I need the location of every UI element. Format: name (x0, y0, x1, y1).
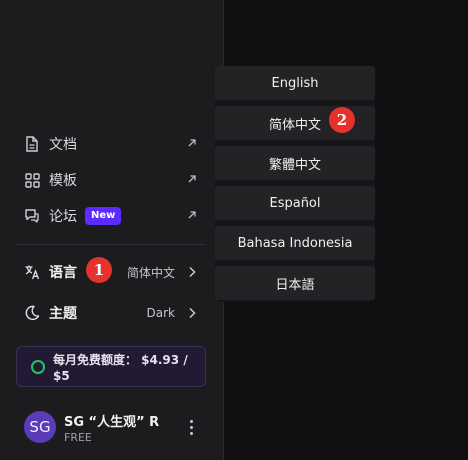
external-link-icon (185, 208, 199, 222)
nav-item-label: 文档 (49, 137, 77, 153)
annotation-marker-1: 1 (86, 257, 112, 283)
quota-ring-icon (31, 360, 45, 374)
theme-label: 主题 (49, 306, 77, 322)
user-name: SG “人生观” R (64, 415, 160, 430)
avatar[interactable]: SG (24, 411, 56, 443)
monthly-quota-card: 每月免费额度： $4.93 / $5 (16, 346, 206, 387)
language-option-english[interactable]: English (215, 66, 375, 100)
nav-item-forum[interactable]: 论坛 New (24, 204, 199, 228)
document-icon (24, 136, 40, 152)
language-dropdown-menu: English 简体中文 繁體中文 Español Bahasa Indones… (215, 66, 375, 302)
language-label: 语言 (49, 265, 77, 281)
theme-setting[interactable]: 主题 Dark (24, 301, 199, 325)
annotation-marker-2: 2 (329, 107, 355, 133)
user-profile: SG SG “人生观” R FREE (24, 411, 214, 447)
quota-text: 每月免费额度： $4.93 / $5 (53, 353, 188, 383)
language-option-japanese[interactable]: 日本語 (215, 266, 375, 300)
nav-item-label: 论坛 (49, 209, 77, 225)
moon-icon (24, 305, 40, 321)
theme-value: Dark (146, 306, 175, 320)
nav-item-templates[interactable]: 模板 (24, 168, 199, 192)
language-option-traditional-chinese[interactable]: 繁體中文 (215, 146, 375, 180)
nav-item-label: 模板 (49, 173, 77, 189)
language-value: 简体中文 (126, 265, 175, 280)
sidebar: 文档 模板 论坛 New 语言 简体中文 主题 Dark 每月免费额度： $4.… (0, 0, 224, 460)
user-plan: FREE (64, 431, 92, 444)
translate-icon (24, 264, 40, 280)
nav-item-docs[interactable]: 文档 (24, 132, 199, 156)
language-option-spanish[interactable]: Español (215, 186, 375, 220)
chevron-right-icon (185, 265, 199, 279)
language-option-indonesian[interactable]: Bahasa Indonesia (215, 226, 375, 260)
divider (16, 244, 206, 245)
external-link-icon (185, 172, 199, 186)
template-grid-icon (24, 172, 40, 188)
more-vertical-icon[interactable] (185, 417, 197, 437)
chevron-right-icon (185, 306, 199, 320)
forum-chat-icon (24, 208, 40, 224)
new-badge: New (85, 207, 122, 225)
external-link-icon (185, 136, 199, 150)
